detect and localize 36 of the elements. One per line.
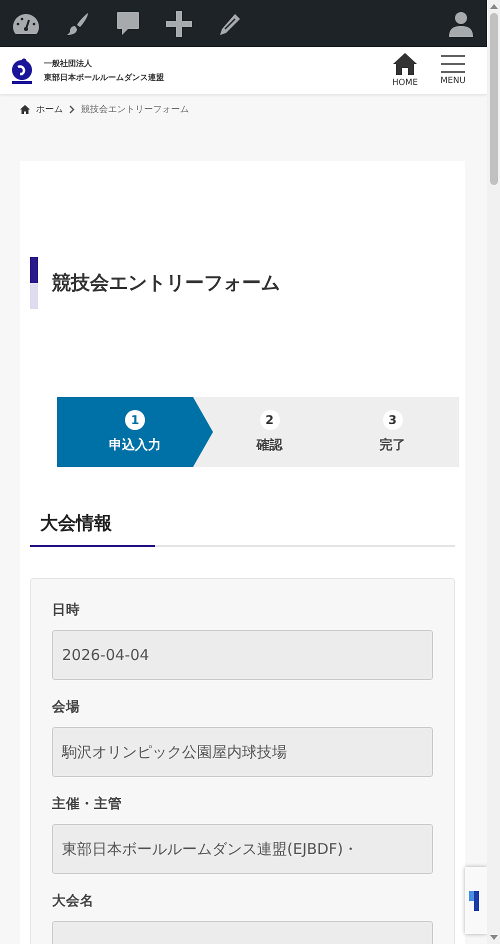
step-label: 確認 bbox=[256, 437, 282, 454]
field-label: 主催・主管 bbox=[52, 795, 123, 813]
page-title: 競技会エントリーフォーム bbox=[52, 271, 280, 296]
step-label: 申込入力 bbox=[109, 436, 161, 454]
scroll-down-icon[interactable] bbox=[490, 935, 498, 940]
comment-icon[interactable] bbox=[116, 10, 140, 36]
pencil-icon[interactable] bbox=[218, 12, 242, 36]
field-label: 日時 bbox=[52, 601, 81, 619]
field-label: 大会名 bbox=[52, 892, 95, 910]
breadcrumb-link[interactable]: ホーム bbox=[36, 103, 63, 116]
input-field[interactable]: 2026-04-04 bbox=[52, 630, 433, 680]
user-icon[interactable] bbox=[449, 10, 473, 36]
organization-name: 一般社団法人 bbox=[44, 58, 93, 69]
nav-link[interactable]: HOME bbox=[381, 53, 429, 88]
section-heading: 大会情報 bbox=[40, 512, 113, 535]
chevron-icon bbox=[69, 105, 75, 114]
home-icon bbox=[393, 53, 417, 75]
step-label: 完了 bbox=[380, 436, 406, 454]
plus-icon[interactable] bbox=[166, 10, 192, 36]
logo-icon[interactable] bbox=[10, 58, 34, 84]
scroll-up-icon[interactable] bbox=[490, 4, 498, 9]
step-number: 2 bbox=[260, 410, 280, 430]
field-label: 会場 bbox=[52, 698, 81, 716]
title-accent bbox=[30, 257, 38, 309]
input-field[interactable]: 駒沢オリンピック公園屋内球技場 bbox=[52, 727, 433, 777]
nav-link[interactable]: MENU bbox=[429, 55, 477, 86]
step-number: 1 bbox=[125, 410, 145, 430]
step-number: 3 bbox=[382, 410, 402, 430]
home-icon bbox=[20, 105, 30, 114]
current-page-label: 競技会エントリーフォーム bbox=[81, 104, 189, 116]
organization-name: 東部日本ボールルームダンス連盟 bbox=[44, 72, 164, 83]
brush-icon[interactable] bbox=[66, 12, 90, 36]
dashboard-icon[interactable] bbox=[12, 12, 40, 36]
input-field[interactable]: 東部日本ボールルームダンス連盟(EJBDF)・ bbox=[52, 824, 433, 874]
menu-icon bbox=[441, 55, 465, 73]
scroll-thumb[interactable] bbox=[490, 13, 498, 185]
